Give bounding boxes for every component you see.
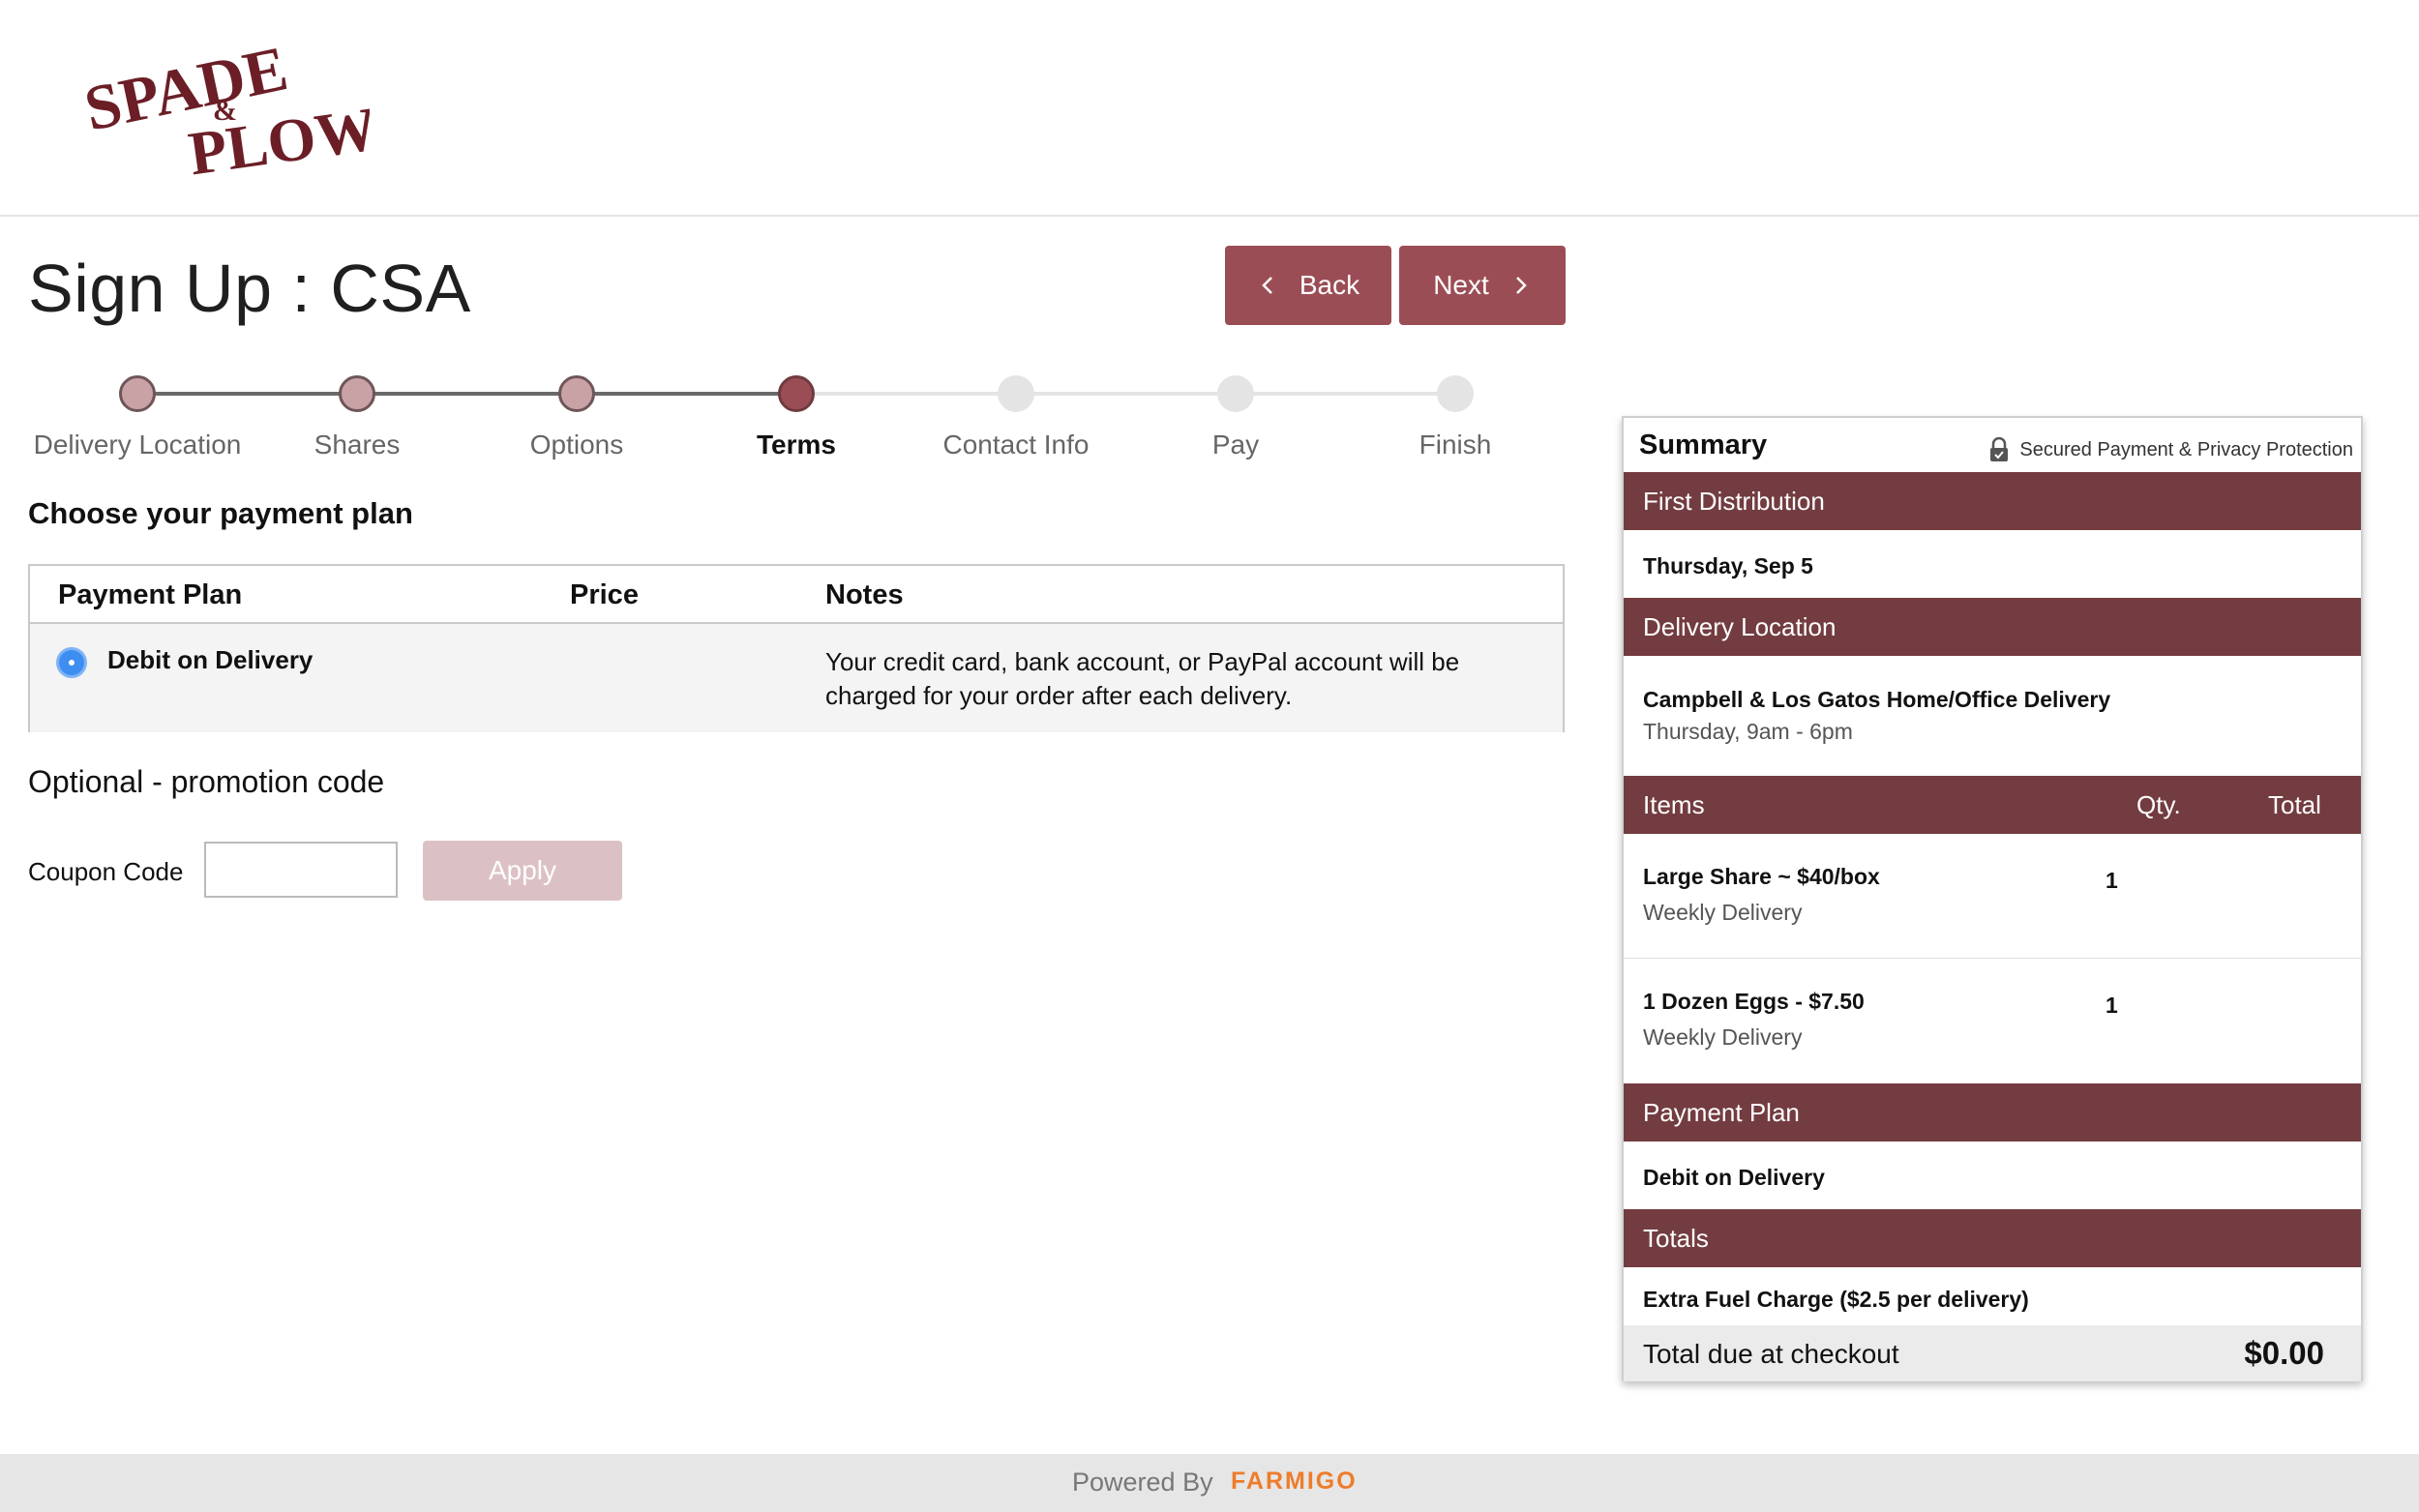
apply-button[interactable]: Apply — [423, 841, 622, 901]
plan-notes: Your credit card, bank account, or PayPa… — [825, 647, 1460, 710]
order-summary-panel: Summary Secured Payment & Privacy Protec… — [1622, 416, 2363, 1381]
summary-title: Summary — [1639, 430, 1768, 460]
coupon-code-label: Coupon Code — [28, 857, 184, 886]
fuel-charge-label: Extra Fuel Charge ($2.5 per delivery) — [1643, 1287, 2029, 1312]
qty-header-label: Qty. — [2136, 790, 2181, 819]
step-connector — [577, 392, 796, 396]
step-connector — [137, 392, 357, 396]
next-button[interactable]: Next — [1399, 246, 1566, 325]
coupon-code-input[interactable] — [204, 842, 398, 898]
step-dot-shares[interactable] — [339, 375, 375, 412]
total-due-value: $0.00 — [2244, 1335, 2324, 1371]
chevron-right-icon — [1515, 277, 1527, 294]
step-label: Pay — [1211, 430, 1260, 460]
payment-plan-row[interactable]: Debit on Delivery Your credit card, bank… — [30, 624, 1563, 732]
first-distribution-date: Thursday, Sep 5 — [1643, 553, 1813, 578]
step-label: Terms — [757, 430, 836, 460]
delivery-location-name: Campbell & Los Gatos Home/Office Deliver… — [1643, 687, 2111, 712]
totals-band: Totals — [1624, 1209, 2361, 1267]
items-header-label: Items — [1643, 790, 1705, 819]
step-connector — [1016, 392, 1236, 396]
summary-payment-plan: Debit on Delivery — [1643, 1165, 1825, 1190]
delivery-location-band: Delivery Location — [1624, 598, 2361, 656]
items-band: Items Qty. Total — [1624, 776, 2361, 834]
step-connector — [796, 392, 1016, 396]
item-qty: 1 — [2105, 868, 2118, 893]
item-name: Large Share ~ $40/box — [1643, 864, 1880, 889]
item-frequency: Weekly Delivery — [1643, 900, 1803, 925]
spade-and-plow-logo[interactable]: SPADE & PLOW — [79, 41, 370, 176]
payment-plan-table-header: Payment Plan Price Notes — [30, 566, 1563, 624]
step-connector — [1236, 392, 1455, 396]
total-due-row: Total due at checkout $0.00 — [1624, 1325, 2361, 1381]
column-header-notes: Notes — [825, 579, 904, 610]
step-label: Delivery Location — [33, 430, 242, 460]
payment-plan-table: Payment Plan Price Notes Debit on Delive… — [28, 564, 1565, 732]
back-button[interactable]: Back — [1225, 246, 1391, 325]
step-label: Finish — [1419, 430, 1492, 460]
powered-by-text: Powered By — [1072, 1468, 1213, 1497]
step-dot-contact-info — [998, 375, 1034, 412]
plan-name: Debit on Delivery — [107, 645, 314, 674]
delivery-location-hours: Thursday, 9am - 6pm — [1643, 719, 1853, 744]
chevron-left-icon — [1262, 277, 1272, 294]
header: SPADE & PLOW — [0, 0, 2419, 217]
item-name: 1 Dozen Eggs - $7.50 — [1643, 989, 1865, 1014]
total-due-label: Total due at checkout — [1643, 1339, 1899, 1369]
step-label: Shares — [314, 430, 401, 460]
promotion-code-heading: Optional - promotion code — [28, 764, 385, 799]
first-distribution-band: First Distribution — [1624, 472, 2361, 530]
payment-plan-band: Payment Plan — [1624, 1083, 2361, 1141]
payment-plan-heading: Choose your payment plan — [28, 496, 413, 530]
column-header-plan: Payment Plan — [58, 579, 243, 610]
column-header-price: Price — [570, 579, 639, 610]
item-frequency: Weekly Delivery — [1643, 1024, 1803, 1050]
debit-on-delivery-radio[interactable] — [56, 647, 87, 678]
back-button-label: Back — [1299, 270, 1360, 300]
step-label: Contact Info — [942, 430, 1090, 460]
item-qty: 1 — [2105, 993, 2118, 1018]
total-header-label: Total — [2268, 790, 2321, 819]
secure-notice-text: Secured Payment & Privacy Protection — [2019, 438, 2353, 460]
step-dot-terms[interactable] — [778, 375, 815, 412]
step-label: Options — [529, 430, 624, 460]
item-divider — [1624, 958, 2361, 959]
step-dot-finish — [1437, 375, 1474, 412]
farmigo-logo[interactable]: FARMIGO — [1231, 1468, 1358, 1496]
step-connector — [357, 392, 577, 396]
secure-notice: Secured Payment & Privacy Protection — [1988, 437, 2353, 462]
step-dot-delivery-location[interactable] — [119, 375, 156, 412]
step-dot-options[interactable] — [558, 375, 595, 412]
next-button-label: Next — [1433, 270, 1489, 300]
progress-stepper: Delivery Location Shares Options Terms Conta… — [0, 368, 1568, 464]
page-title: Sign Up : CSA — [28, 251, 471, 326]
footer: Powered By FARMIGO — [0, 1454, 2419, 1512]
step-dot-pay — [1217, 375, 1254, 412]
lock-icon — [1990, 437, 2009, 461]
